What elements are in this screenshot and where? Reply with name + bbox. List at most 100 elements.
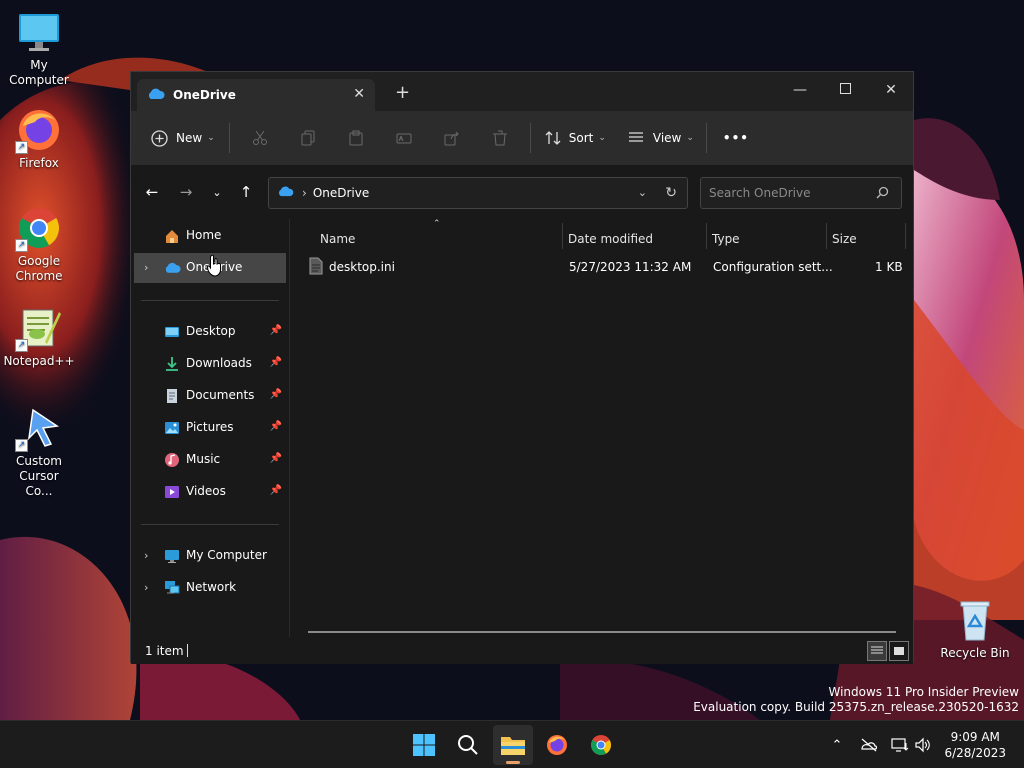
videos-icon <box>164 484 180 500</box>
file-explorer-taskbar-button[interactable] <box>493 725 533 765</box>
chrome-taskbar-button[interactable] <box>581 725 621 765</box>
details-view-button[interactable] <box>867 641 887 661</box>
navigation-pane: Home › OneDrive Desktop 📌 Downloads 📌 <box>131 219 289 637</box>
show-hidden-icons-button[interactable]: ⌃ <box>827 735 847 755</box>
firefox-taskbar-button[interactable] <box>537 725 577 765</box>
status-bar: 1 item <box>131 637 913 664</box>
chevron-right-icon[interactable]: › <box>144 549 148 562</box>
desktop-icon-my-computer[interactable]: My Computer <box>1 8 77 88</box>
sidebar-item-label: Videos <box>186 484 226 498</box>
column-divider[interactable] <box>562 223 563 249</box>
file-date: 5/27/2023 11:32 AM <box>569 260 692 274</box>
desktop-icon-custom-cursor[interactable]: ↗ Custom Cursor Co... <box>1 404 77 499</box>
trash-icon <box>492 130 507 146</box>
sidebar-item-my-computer[interactable]: › My Computer <box>134 541 286 571</box>
chrome-icon <box>591 735 611 755</box>
up-button[interactable]: ↑ <box>233 180 259 204</box>
active-indicator <box>506 761 520 764</box>
sidebar-item-music[interactable]: Music 📌 <box>134 445 286 475</box>
horizontal-scrollbar[interactable] <box>308 631 896 633</box>
close-tab-icon[interactable]: ✕ <box>353 86 365 102</box>
cloud-icon <box>164 260 181 276</box>
network-status-icon[interactable] <box>859 735 879 755</box>
recent-locations-button[interactable]: ⌄ <box>204 180 230 204</box>
sidebar-item-label: Network <box>186 580 237 594</box>
breadcrumb-onedrive[interactable]: OneDrive <box>313 186 369 200</box>
search-input[interactable] <box>709 186 869 200</box>
cloud-icon <box>277 186 294 200</box>
evaluation-watermark: Windows 11 Pro Insider Preview Evaluatio… <box>693 685 1019 715</box>
sidebar-item-network[interactable]: › Network <box>134 573 286 603</box>
chrome-icon: ↗ <box>15 204 63 252</box>
file-list: ⌃ Name Date modified Type Size desktop.i… <box>290 219 913 637</box>
column-header-type[interactable]: Type <box>712 228 740 250</box>
taskbar: ⌃ 9:09 AM 6/28/2023 <box>0 720 1024 768</box>
column-divider[interactable] <box>706 223 707 249</box>
search-icon[interactable] <box>876 186 889 202</box>
view-button[interactable]: View ⌄ <box>628 121 694 155</box>
start-button[interactable] <box>404 725 444 765</box>
address-bar[interactable]: › OneDrive ⌄ ↻ <box>268 177 688 209</box>
pictures-icon <box>164 420 180 436</box>
file-explorer-window[interactable]: OneDrive ✕ + — ✕ New ⌄ Sort ⌄ View ⌄ •••… <box>130 71 914 664</box>
column-header-name[interactable]: Name <box>320 228 355 250</box>
more-options-button[interactable]: ••• <box>723 121 749 155</box>
volume-icon[interactable] <box>913 735 933 755</box>
close-window-button[interactable]: ✕ <box>876 78 906 104</box>
large-icons-view-button[interactable] <box>889 641 909 661</box>
sidebar-item-desktop[interactable]: Desktop 📌 <box>134 317 286 347</box>
pin-icon: 📌 <box>269 325 282 336</box>
minimize-button[interactable]: — <box>785 78 815 104</box>
rename-button[interactable] <box>380 121 428 155</box>
cut-button[interactable] <box>236 121 284 155</box>
new-tab-button[interactable]: + <box>395 84 410 102</box>
firefox-icon <box>547 735 567 755</box>
rename-icon <box>396 133 412 144</box>
display-network-icon[interactable] <box>890 735 910 755</box>
file-type: Configuration sett... <box>713 260 833 274</box>
search-button[interactable] <box>448 725 488 765</box>
sidebar-item-label: Downloads <box>186 356 252 370</box>
chevron-right-icon[interactable]: › <box>144 261 148 274</box>
column-header-date-modified[interactable]: Date modified <box>568 228 653 250</box>
share-icon <box>444 131 459 146</box>
paste-button[interactable] <box>332 121 380 155</box>
maximize-button[interactable] <box>830 78 860 104</box>
system-clock[interactable]: 9:09 AM 6/28/2023 <box>944 729 1006 761</box>
share-button[interactable] <box>428 121 476 155</box>
copy-button[interactable] <box>284 121 332 155</box>
sidebar-item-documents[interactable]: Documents 📌 <box>134 381 286 411</box>
title-bar[interactable]: OneDrive ✕ + — ✕ <box>131 72 913 111</box>
monitor-icon <box>164 548 180 564</box>
sidebar-item-label: Music <box>186 452 221 466</box>
sidebar-item-label: Desktop <box>186 324 236 338</box>
pin-icon: 📌 <box>269 485 282 496</box>
chevron-down-icon[interactable]: ⌄ <box>638 186 647 199</box>
new-button[interactable]: New ⌄ <box>151 121 215 155</box>
sidebar-item-home[interactable]: Home <box>134 221 286 251</box>
search-box[interactable] <box>700 177 902 209</box>
forward-button[interactable]: → <box>173 180 199 204</box>
sidebar-item-pictures[interactable]: Pictures 📌 <box>134 413 286 443</box>
command-bar: New ⌄ Sort ⌄ View ⌄ ••• <box>131 111 913 165</box>
file-size: 1 KB <box>875 260 903 274</box>
tab-onedrive[interactable]: OneDrive ✕ <box>137 79 375 111</box>
breadcrumb-chevron-icon[interactable]: › <box>302 186 307 200</box>
desktop-icon-notepadpp[interactable]: ↗ Notepad++ <box>1 304 77 369</box>
divider <box>141 300 279 301</box>
column-divider[interactable] <box>826 223 827 249</box>
back-button[interactable]: ← <box>139 180 165 204</box>
refresh-icon[interactable]: ↻ <box>665 185 677 201</box>
delete-button[interactable] <box>476 121 524 155</box>
list-view-icon <box>628 132 643 142</box>
column-divider[interactable] <box>905 223 906 249</box>
desktop-icon-chrome[interactable]: ↗ Google Chrome <box>1 204 77 284</box>
chevron-right-icon[interactable]: › <box>144 581 148 594</box>
desktop-icon-firefox[interactable]: ↗ Firefox <box>1 106 77 171</box>
sidebar-item-videos[interactable]: Videos 📌 <box>134 477 286 507</box>
tab-title: OneDrive <box>173 88 236 102</box>
sort-button[interactable]: Sort ⌄ <box>545 121 606 155</box>
sidebar-item-downloads[interactable]: Downloads 📌 <box>134 349 286 379</box>
desktop-icon-recycle-bin[interactable]: Recycle Bin <box>937 596 1013 661</box>
column-header-size[interactable]: Size <box>832 228 857 250</box>
